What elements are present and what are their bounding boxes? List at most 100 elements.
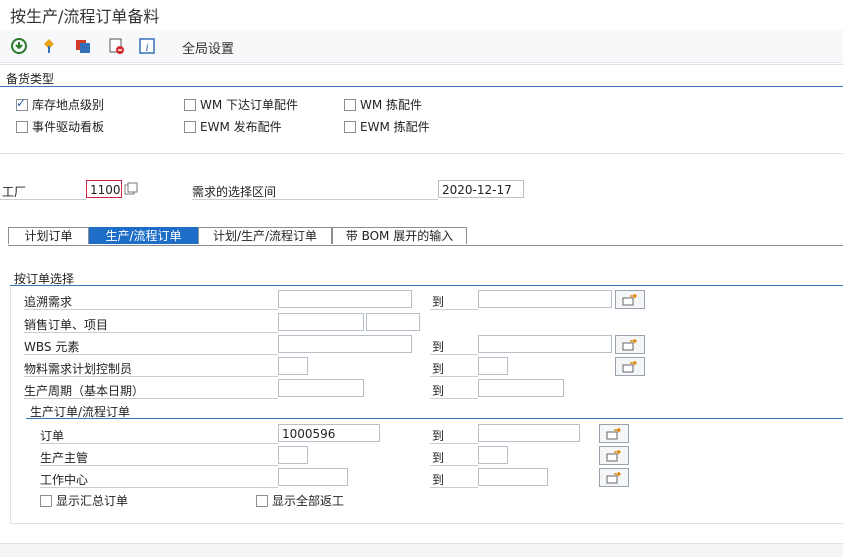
checkbox-box[interactable]: [16, 120, 28, 133]
checkbox-ewm-release[interactable]: EWM 发布配件: [184, 118, 282, 135]
work-center-to-input[interactable]: [478, 468, 548, 486]
row-underline: [24, 309, 278, 310]
save-variant-icon[interactable]: [73, 36, 93, 56]
trace-requirement-label: 追溯需求: [24, 295, 73, 309]
tab-production-orders[interactable]: 生产/流程订单: [89, 227, 198, 244]
work-center-label: 工作中心: [40, 473, 89, 487]
mrp-controller-from[interactable]: [278, 357, 308, 375]
multiple-selection-button[interactable]: [615, 335, 645, 354]
section-title: 备货类型: [6, 72, 55, 86]
mrp-controller-to[interactable]: [478, 357, 508, 375]
checkbox-label: 显示全部返工: [272, 494, 345, 508]
checkbox-box[interactable]: [256, 494, 268, 507]
row-underline: [430, 376, 478, 377]
checkbox-box[interactable]: [184, 98, 196, 111]
prod-period-to[interactable]: [478, 379, 564, 397]
multiple-selection-button[interactable]: [615, 290, 645, 309]
wbs-to[interactable]: [478, 335, 612, 353]
multiple-selection-button[interactable]: [599, 424, 629, 443]
sales-order-label: 销售订单、项目: [24, 318, 109, 332]
row-underline: [430, 443, 478, 444]
req-date-input[interactable]: 2020-12-17: [438, 180, 524, 198]
value-help-icon[interactable]: [124, 182, 138, 196]
work-center-from-input[interactable]: [278, 468, 348, 486]
row-underline: [430, 398, 478, 399]
checkbox-label: 事件驱动看板: [32, 120, 105, 134]
trace-requirement-to[interactable]: [478, 290, 612, 308]
plant-input[interactable]: 1100: [86, 180, 122, 198]
multi-select-icon: [606, 471, 622, 483]
footer-strip: [0, 543, 843, 557]
multi-select-icon: [622, 360, 638, 372]
row-underline: [24, 376, 278, 377]
row-underline: [24, 332, 278, 333]
row-underline: [24, 354, 278, 355]
checkbox-label: WM 下达订单配件: [200, 98, 299, 112]
row-underline: [430, 309, 478, 310]
row-underline: [430, 354, 478, 355]
tab-planned-orders[interactable]: 计划订单: [8, 227, 89, 244]
req-interval-label: 需求的选择区间: [192, 185, 277, 199]
checkbox-label: WM 拣配件: [360, 98, 423, 112]
to-label: 到: [432, 451, 445, 465]
sales-order-input[interactable]: [278, 313, 364, 331]
row-underline: [430, 487, 478, 488]
group-border-left: [10, 286, 11, 524]
multiple-selection-button[interactable]: [599, 468, 629, 487]
checkbox-box[interactable]: [40, 494, 52, 507]
row-underline: [40, 465, 278, 466]
checkbox-box[interactable]: [344, 98, 356, 111]
tab-bom-explosion[interactable]: 带 BOM 展开的输入: [332, 227, 467, 244]
supervisor-from-input[interactable]: [278, 446, 308, 464]
tab-planned-production-orders[interactable]: 计划/生产/流程订单: [198, 227, 332, 244]
global-settings-button[interactable]: 全局设置: [182, 38, 234, 57]
delete-icon[interactable]: [106, 36, 126, 56]
checkbox-show-rework[interactable]: 显示全部返工: [256, 492, 344, 509]
window-title: 按生产/流程订单备料: [10, 7, 160, 26]
get-variant-icon[interactable]: [39, 36, 59, 56]
checkbox-box[interactable]: [16, 96, 28, 111]
to-label: 到: [432, 362, 445, 376]
checkbox-kanban[interactable]: 事件驱动看板: [16, 118, 104, 135]
row-underline: [0, 199, 86, 200]
plant-label: 工厂: [2, 185, 27, 199]
execute-icon[interactable]: [9, 36, 29, 56]
order-from-input[interactable]: 1000596: [278, 424, 380, 442]
multi-select-icon: [606, 449, 622, 461]
checkbox-show-collective[interactable]: 显示汇总订单: [40, 492, 128, 509]
group-border-bottom: [10, 523, 843, 524]
multi-select-icon: [622, 338, 638, 350]
sales-order-item-input[interactable]: [366, 313, 420, 331]
toolbar: i 全局设置: [0, 30, 843, 63]
wbs-label: WBS 元素: [24, 340, 80, 354]
row-underline: [192, 199, 438, 200]
mrp-controller-label: 物料需求计划控制员: [24, 362, 133, 376]
trace-requirement-from[interactable]: [278, 290, 412, 308]
group-divider: [10, 285, 843, 286]
checkbox-storage-level[interactable]: 库存地点级别: [16, 96, 104, 113]
info-icon[interactable]: i: [137, 36, 157, 56]
multiple-selection-button[interactable]: [615, 357, 645, 376]
checkbox-label: 库存地点级别: [32, 98, 105, 112]
row-underline: [24, 398, 278, 399]
checkbox-label: EWM 发布配件: [200, 120, 282, 134]
multi-select-icon: [606, 427, 622, 439]
multiple-selection-button[interactable]: [599, 446, 629, 465]
subgroup-divider: [26, 418, 843, 419]
checkbox-ewm-pick[interactable]: EWM 拣配件: [344, 118, 430, 135]
checkbox-box[interactable]: [184, 120, 196, 133]
row-underline: [40, 487, 278, 488]
svg-text:i: i: [145, 40, 148, 54]
prod-period-label: 生产周期（基本日期）: [24, 384, 145, 398]
prod-period-from[interactable]: [278, 379, 364, 397]
panel-bg: [8, 265, 843, 543]
supervisor-to-input[interactable]: [478, 446, 508, 464]
checkbox-wm-pick[interactable]: WM 拣配件: [344, 96, 422, 113]
wbs-from[interactable]: [278, 335, 412, 353]
to-label: 到: [432, 340, 445, 354]
checkbox-wm-release[interactable]: WM 下达订单配件: [184, 96, 298, 113]
checkbox-box[interactable]: [344, 120, 356, 133]
multi-select-icon: [622, 293, 638, 305]
order-to-input[interactable]: [478, 424, 580, 442]
row-underline: [430, 465, 478, 466]
